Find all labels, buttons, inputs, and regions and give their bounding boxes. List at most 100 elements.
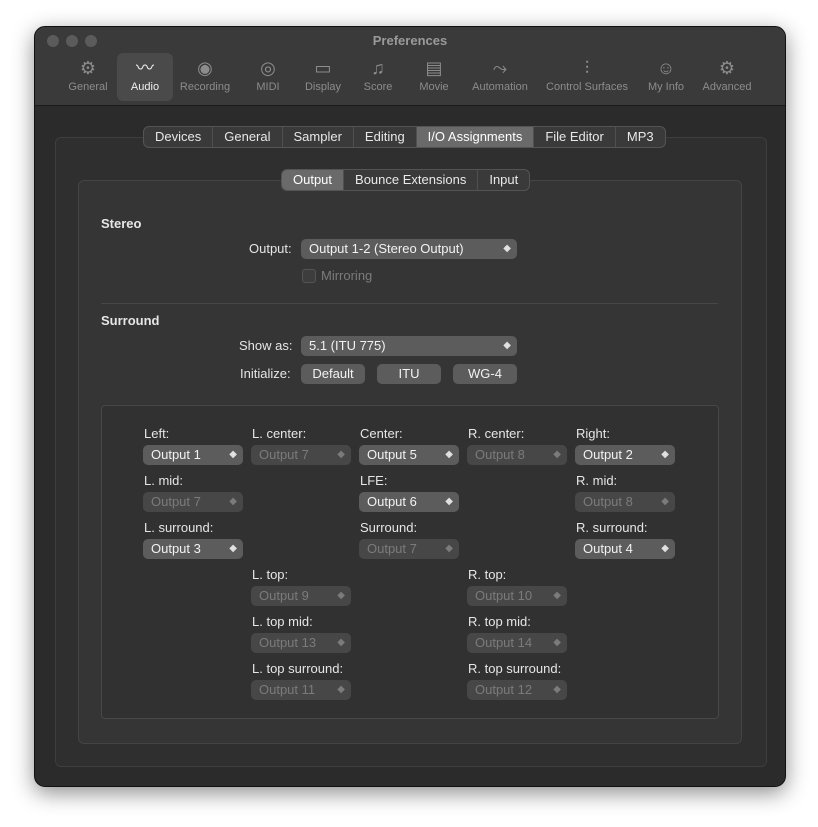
init-itu-button[interactable]: ITU	[377, 364, 441, 384]
popup-value: Output 14	[475, 635, 533, 650]
channel-label: Right:	[576, 426, 610, 441]
popup-value: Output 9	[259, 588, 309, 603]
tab-devices[interactable]: Devices	[144, 127, 214, 147]
channel-label: L. surround:	[144, 520, 214, 535]
init-default-button[interactable]: Default	[301, 364, 365, 384]
tab-general[interactable]: General	[213, 127, 283, 147]
r-center-channel-popup: Output 8 ◆	[467, 445, 567, 465]
popup-value: Output 7	[151, 494, 201, 509]
chevron-updown-icon: ◆	[553, 449, 561, 460]
l-mid-channel-popup: Output 7 ◆	[143, 492, 243, 512]
popup-value: Output 6	[367, 494, 417, 509]
r-top-channel-popup: Output 10 ◆	[467, 586, 567, 606]
show-as-popup[interactable]: 5.1 (ITU 775) ◆	[301, 336, 517, 356]
midi-connector-icon: ◎	[260, 58, 276, 78]
surround-channel-popup: Output 7 ◆	[359, 539, 459, 559]
show-as-value: 5.1 (ITU 775)	[309, 338, 386, 353]
stereo-output-label: Output:	[249, 241, 292, 256]
l-top-mid-channel-popup: Output 13 ◆	[251, 633, 351, 653]
chevron-updown-icon: ◆	[337, 684, 345, 695]
toolbar-label: Score	[363, 81, 393, 93]
channel-label: L. mid:	[144, 473, 184, 488]
chevron-updown-icon: ◆	[553, 637, 561, 648]
chevron-updown-icon: ◆	[553, 590, 561, 601]
popup-value: Output 5	[367, 447, 417, 462]
toolbar-item-my-info[interactable]: ☺ My Info	[641, 53, 691, 101]
gears-icon: ⚙	[718, 58, 736, 78]
toolbar-item-audio[interactable]: 〰 Audio	[117, 53, 173, 101]
center-channel-popup[interactable]: Output 5 ◆	[359, 445, 459, 465]
popup-value: Output 8	[583, 494, 633, 509]
chevron-updown-icon: ◆	[661, 496, 669, 507]
r-mid-channel-popup: Output 8 ◆	[575, 492, 675, 512]
popup-value: Output 10	[475, 588, 533, 603]
r-top-surround-channel-popup: Output 12 ◆	[467, 680, 567, 700]
channel-label: LFE:	[360, 473, 388, 488]
channel-label: Left:	[144, 426, 170, 441]
right-channel-popup[interactable]: Output 2 ◆	[575, 445, 675, 465]
io-subtab-bar: Output Bounce Extensions Input	[281, 169, 531, 191]
toolbar-item-automation[interactable]: ⤳ Automation	[467, 53, 533, 101]
subtab-output[interactable]: Output	[282, 170, 345, 190]
stereo-output-popup[interactable]: Output 1-2 (Stereo Output) ◆	[301, 239, 517, 259]
channel-label: L. top surround:	[252, 661, 344, 676]
chevron-updown-icon: ◆	[229, 543, 237, 554]
waveform-icon: 〰	[136, 58, 154, 78]
window-title: Preferences	[372, 33, 448, 48]
channel-label: L. top:	[252, 567, 289, 582]
l-top-channel-popup: Output 9 ◆	[251, 586, 351, 606]
chevron-updown-icon: ◆	[445, 496, 453, 507]
subtab-input[interactable]: Input	[478, 170, 529, 190]
toolbar-label: Audio	[130, 81, 160, 93]
toolbar-item-advanced[interactable]: ⚙ Advanced	[697, 53, 757, 101]
toolbar-label: Automation	[472, 81, 528, 93]
r-top-mid-channel-popup: Output 14 ◆	[467, 633, 567, 653]
popup-value: Output 3	[151, 541, 201, 556]
tab-sampler[interactable]: Sampler	[283, 127, 354, 147]
toolbar-item-midi[interactable]: ◎ MIDI	[245, 53, 291, 101]
lfe-channel-popup[interactable]: Output 6 ◆	[359, 492, 459, 512]
channel-label: R. top surround:	[468, 661, 562, 676]
popup-value: Output 11	[259, 682, 316, 697]
chevron-updown-icon: ◆	[661, 543, 669, 554]
chevron-updown-icon: ◆	[661, 449, 669, 460]
preferences-window: Preferences ⚙ General 〰 Audio ◉ Recordin…	[34, 26, 786, 787]
toolbar-label: Advanced	[702, 81, 752, 93]
l-top-surround-channel-popup: Output 11 ◆	[251, 680, 351, 700]
tab-io-assignments[interactable]: I/O Assignments	[416, 127, 535, 147]
toolbar-item-display[interactable]: ▭ Display	[299, 53, 347, 101]
subtab-bounce-extensions[interactable]: Bounce Extensions	[344, 170, 479, 190]
toolbar-item-movie[interactable]: ▤ Movie	[411, 53, 457, 101]
toolbar-item-score[interactable]: ♫ Score	[355, 53, 401, 101]
faders-icon: ⫶	[584, 58, 590, 78]
chevron-updown-icon: ◆	[503, 340, 511, 351]
film-icon: ▤	[425, 58, 443, 78]
toolbar-item-general[interactable]: ⚙ General	[63, 53, 113, 101]
toolbar-item-control-surfaces[interactable]: ⫶ Control Surfaces	[541, 53, 633, 101]
channel-label: L. top mid:	[252, 614, 313, 629]
chevron-updown-icon: ◆	[553, 684, 561, 695]
tab-editing[interactable]: Editing	[354, 127, 417, 147]
l-center-channel-popup: Output 7 ◆	[251, 445, 351, 465]
stereo-heading: Stereo	[101, 216, 142, 231]
mirroring-label: Mirroring	[321, 268, 373, 283]
popup-value: Output 2	[583, 447, 633, 462]
l-surround-channel-popup[interactable]: Output 3 ◆	[143, 539, 243, 559]
person-icon: ☺	[656, 58, 676, 78]
chevron-updown-icon: ◆	[503, 243, 511, 254]
mirroring-checkbox[interactable]	[302, 269, 316, 283]
left-channel-popup[interactable]: Output 1 ◆	[143, 445, 243, 465]
chevron-updown-icon: ◆	[337, 449, 345, 460]
popup-value: Output 7	[367, 541, 417, 556]
chevron-updown-icon: ◆	[445, 543, 453, 554]
chevron-updown-icon: ◆	[445, 449, 453, 460]
channel-label: Center:	[360, 426, 403, 441]
init-wg4-button[interactable]: WG-4	[453, 364, 517, 384]
popup-value: Output 8	[475, 447, 525, 462]
toolbar-item-recording[interactable]: ◉ Recording	[175, 53, 235, 101]
tab-mp3[interactable]: MP3	[616, 127, 665, 147]
tab-file-editor[interactable]: File Editor	[534, 127, 616, 147]
toolbar-label: Control Surfaces	[546, 81, 628, 93]
r-surround-channel-popup[interactable]: Output 4 ◆	[575, 539, 675, 559]
toolbar-label: My Info	[647, 81, 685, 93]
